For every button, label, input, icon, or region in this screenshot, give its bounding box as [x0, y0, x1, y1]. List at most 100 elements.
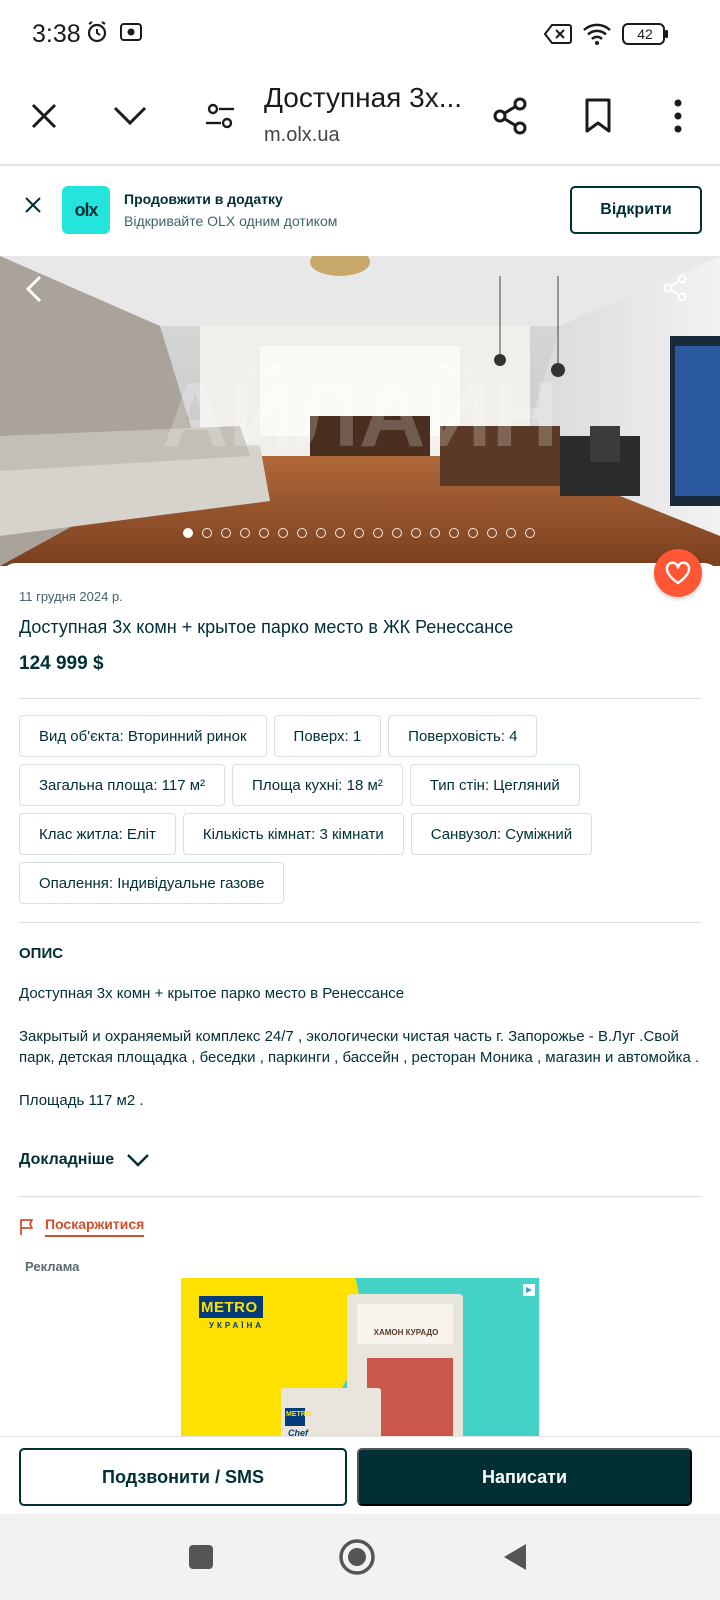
- home-button[interactable]: [336, 1536, 378, 1578]
- gallery-dot[interactable]: [278, 528, 288, 538]
- gallery-dot[interactable]: [392, 528, 402, 538]
- no-sim-icon: [543, 24, 572, 49]
- description-heading: ОПИС: [19, 945, 64, 962]
- param-chip: Вид об'єкта: Вторинний ринок: [19, 715, 267, 757]
- divider: [19, 922, 701, 923]
- message-button[interactable]: Написати: [357, 1448, 692, 1506]
- page-url[interactable]: m.olx.ua: [264, 124, 340, 147]
- params-list: Вид об'єкта: Вторинний ринок Поверх: 1 Пов…: [19, 715, 709, 904]
- more-options-button[interactable]: [652, 90, 704, 142]
- battery-level: 42: [637, 26, 653, 42]
- recents-button[interactable]: [180, 1536, 222, 1578]
- description-paragraph: Площадь 117 м2 .: [19, 1092, 144, 1109]
- show-more-button[interactable]: Докладніше: [19, 1151, 150, 1169]
- gallery-dot[interactable]: [221, 528, 231, 538]
- listing-title: Доступная 3х комн + крытое парко место в…: [19, 617, 514, 637]
- listing-date: 11 грудня 2024 р.: [19, 589, 123, 604]
- gallery-dot[interactable]: [506, 528, 516, 538]
- share-icon: [493, 97, 527, 135]
- more-vert-icon: [674, 99, 682, 133]
- listing-photo[interactable]: АЙЛАЙН: [0, 256, 720, 566]
- divider: [19, 1196, 701, 1197]
- param-chip: Клас житла: Еліт: [19, 813, 176, 855]
- close-tab-button[interactable]: [18, 90, 70, 142]
- apartment-photo: АЙЛАЙН: [0, 256, 720, 566]
- param-chip: Опалення: Індивідуальне газове: [19, 862, 285, 904]
- status-bar: 3:38 42: [0, 0, 720, 68]
- report-button[interactable]: Поскаржитися: [19, 1216, 145, 1237]
- wifi-icon: [582, 22, 612, 51]
- olx-logo: olx: [62, 186, 110, 234]
- share-icon: [663, 274, 687, 302]
- back-triangle-icon: [504, 1544, 526, 1570]
- contact-actions: Подзвонити / SMS Написати: [0, 1436, 720, 1514]
- param-chip: Поверх: 1: [273, 715, 382, 757]
- chevron-down-icon: [127, 1154, 149, 1167]
- ad-brand-sub: УКРАЇНА: [209, 1321, 265, 1330]
- param-chip: Площа кухні: 18 м²: [232, 764, 403, 806]
- screen-record-icon: [120, 23, 142, 46]
- favorite-button[interactable]: [654, 549, 702, 597]
- close-icon: [31, 103, 57, 129]
- param-chip: Поверховість: 4: [388, 715, 538, 757]
- bookmark-icon: [585, 98, 611, 133]
- listing-details: 11 грудня 2024 р. Доступная 3х комн + кр…: [0, 549, 720, 1443]
- call-button[interactable]: Подзвонити / SMS: [19, 1448, 347, 1506]
- heart-icon: [665, 561, 691, 585]
- share-button[interactable]: [484, 90, 536, 142]
- gallery-share-button[interactable]: [662, 274, 694, 306]
- browser-toolbar: Доступная 3х... m.olx.ua: [0, 68, 720, 166]
- status-time: 3:38: [32, 20, 81, 48]
- gallery-dot[interactable]: [202, 528, 212, 538]
- tune-icon: [206, 103, 234, 129]
- page-title: Доступная 3х...: [264, 82, 463, 113]
- gallery-dot[interactable]: [411, 528, 421, 538]
- banner-close-button[interactable]: [18, 190, 48, 220]
- advertisement-banner[interactable]: METRO УКРАЇНА ХАМОН КУРАДО METRO Chef: [181, 1278, 539, 1443]
- gallery-dot[interactable]: [335, 528, 345, 538]
- gallery-back-button[interactable]: [20, 274, 50, 304]
- system-navbar: [0, 1514, 720, 1600]
- gallery-dot[interactable]: [259, 528, 269, 538]
- gallery-dot[interactable]: [525, 528, 535, 538]
- banner-subtitle: Відкривайте OLX одним дотиком: [124, 213, 338, 229]
- open-app-button[interactable]: Відкрити: [570, 186, 702, 234]
- chevron-down-icon: [113, 106, 147, 126]
- gallery-dot[interactable]: [430, 528, 440, 538]
- gallery-dot[interactable]: [373, 528, 383, 538]
- param-chip: Тип стін: Цегляний: [409, 764, 580, 806]
- back-button[interactable]: [494, 1536, 536, 1578]
- chevron-left-icon: [25, 275, 42, 303]
- ad-brand: METRO: [201, 1299, 258, 1316]
- divider: [19, 698, 701, 699]
- ad-brand-2: METRO: [286, 1411, 312, 1418]
- svg-text:АЙЛАЙН: АЙЛАЙН: [162, 362, 558, 466]
- show-more-label: Докладніше: [19, 1151, 115, 1168]
- alarm-icon: [86, 20, 108, 49]
- param-chip: Кількість кімнат: 3 кімнати: [182, 813, 404, 855]
- minimize-button[interactable]: [104, 90, 156, 142]
- param-chip: Загальна площа: 117 м²: [19, 764, 226, 806]
- gallery-dot[interactable]: [240, 528, 250, 538]
- gallery-dot[interactable]: [183, 528, 193, 538]
- report-label: Поскаржитися: [45, 1216, 145, 1237]
- ad-label: Реклама: [25, 1259, 80, 1274]
- flag-icon: [20, 1218, 33, 1235]
- gallery-dot[interactable]: [354, 528, 364, 538]
- gallery-dot[interactable]: [316, 528, 326, 538]
- gallery-dot[interactable]: [449, 528, 459, 538]
- ad-product: ХАМОН КУРАДО: [373, 1328, 439, 1337]
- gallery-dot[interactable]: [468, 528, 478, 538]
- description-text: Доступная 3х комн + крытое парко место в…: [19, 983, 701, 1133]
- app-install-banner: olx Продовжити в додатку Відкривайте OLX…: [0, 166, 720, 256]
- description-paragraph: Доступная 3х комн + крытое парко место в…: [19, 985, 405, 1002]
- square-icon: [189, 1545, 213, 1569]
- bookmark-button[interactable]: [572, 90, 624, 142]
- banner-title: Продовжити в додатку: [124, 191, 283, 207]
- gallery-dot[interactable]: [487, 528, 497, 538]
- listing-price: 124 999 $: [19, 653, 104, 674]
- page-settings-button[interactable]: [194, 90, 246, 142]
- gallery-dot[interactable]: [297, 528, 307, 538]
- gallery-pagination: [183, 528, 535, 538]
- close-icon: [25, 197, 41, 213]
